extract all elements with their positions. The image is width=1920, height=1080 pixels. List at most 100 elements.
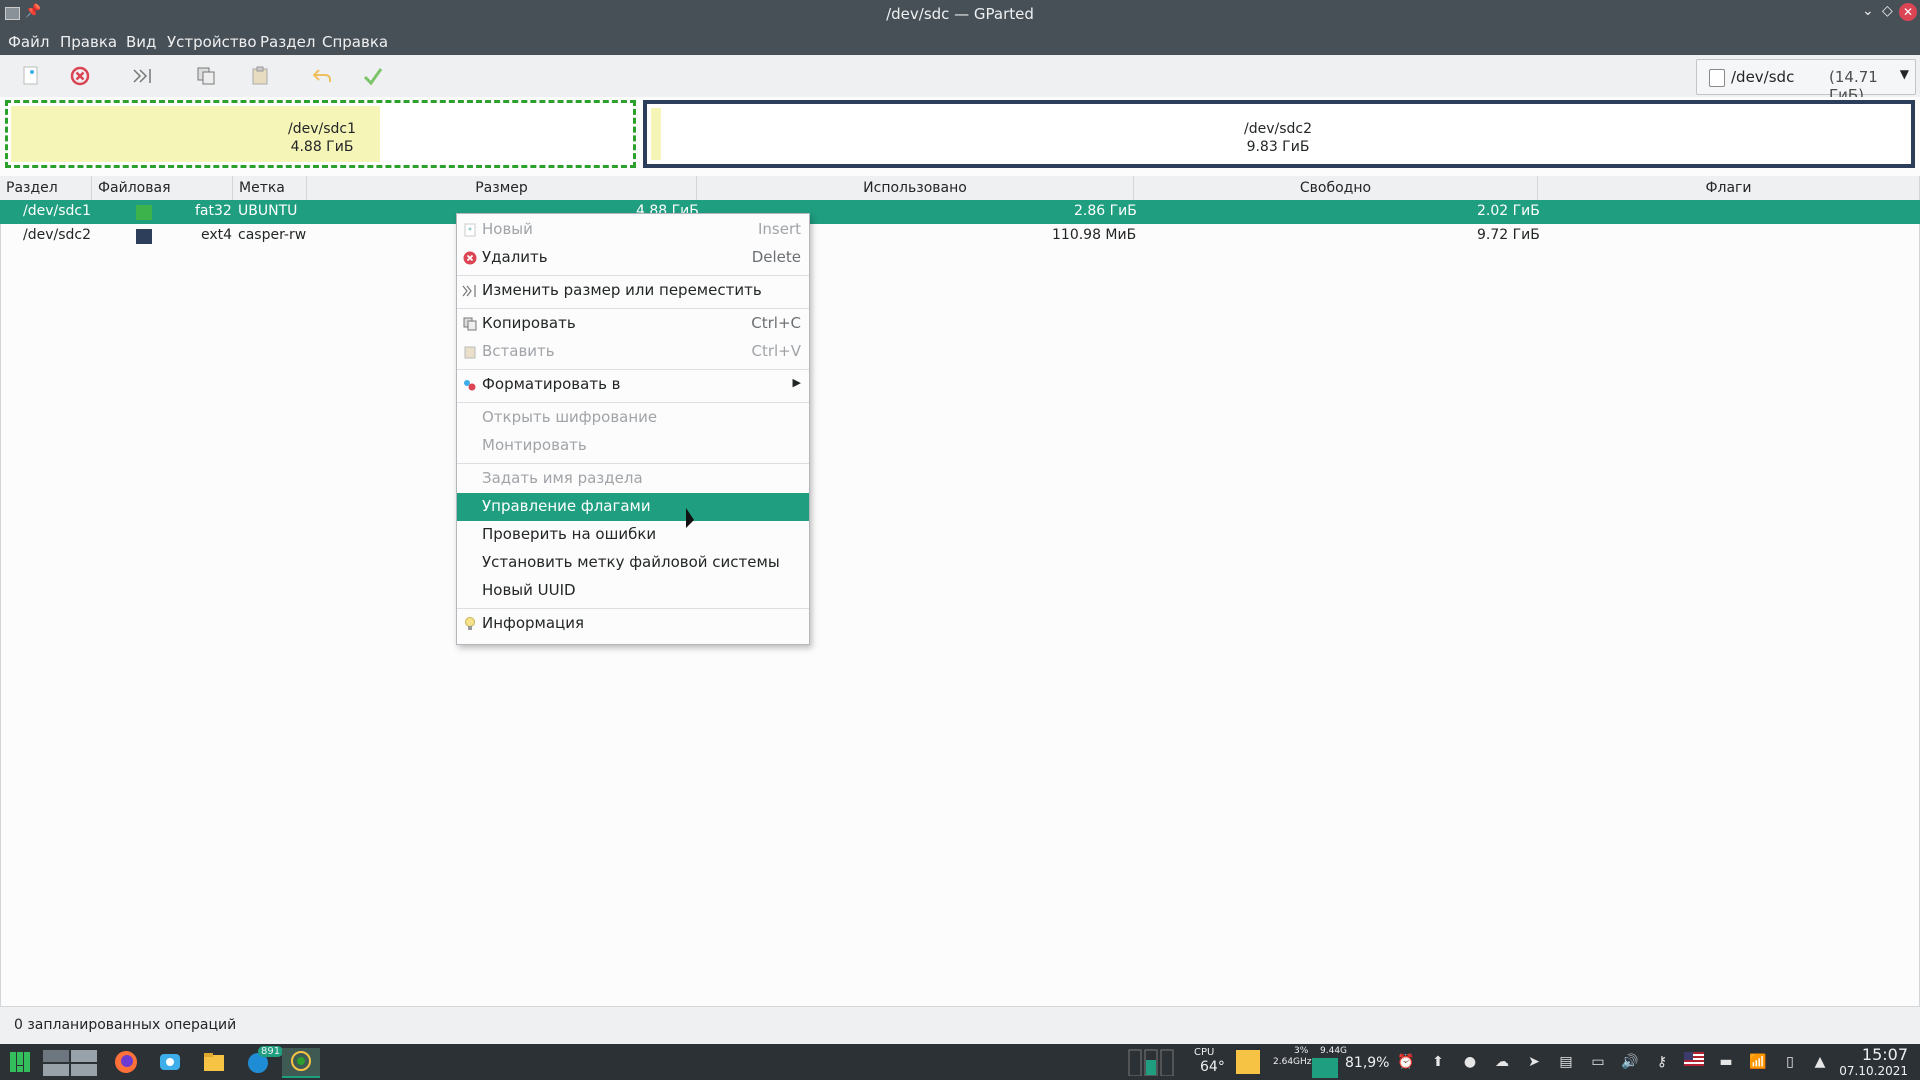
clock[interactable]: 15:07 07.10.2021 (1839, 1046, 1908, 1080)
cell-label: casper-rw (238, 227, 307, 243)
partition-size: 9.83 ГиБ (1246, 139, 1310, 155)
col-free[interactable]: Свободно (1134, 176, 1538, 200)
menu-item-paste[interactable]: Вставить Ctrl+V (457, 338, 809, 366)
new-icon (462, 222, 478, 238)
sticky-notes-icon[interactable] (1236, 1050, 1260, 1074)
partition-graph: /dev/sdc1 4.88 ГиБ /dev/sdc2 9.83 ГиБ (0, 97, 1920, 175)
messenger-icon[interactable] (156, 1048, 184, 1076)
taskbar: 891 CPU 64° 3% 2.64GHz 9.44G 81,9% ⏰ ⬆ ●… (0, 1044, 1920, 1080)
wifi-icon[interactable]: 📶 (1748, 1052, 1768, 1072)
cell-filesystem: ext4 (201, 227, 233, 243)
paste-button[interactable] (245, 61, 275, 91)
col-flags[interactable]: Флаги (1538, 176, 1920, 200)
menu-item-delete[interactable]: Удалить Delete (457, 244, 809, 272)
window-title: /dev/sdc — GParted (886, 5, 1034, 23)
cell-used: 2.86 ГиБ (1074, 203, 1137, 219)
partition-name: /dev/sdc2 (1244, 121, 1313, 137)
close-icon[interactable]: ✕ (1899, 3, 1917, 21)
cell-partition: /dev/sdc2 (23, 227, 92, 243)
menu-item-copy[interactable]: Копировать Ctrl+C (457, 310, 809, 338)
keyboard-layout-flag-icon[interactable] (1684, 1052, 1704, 1072)
cell-used: 110.98 МиБ (1052, 227, 1137, 243)
cloud-icon[interactable]: ☁ (1492, 1052, 1512, 1072)
firefox-icon[interactable] (112, 1048, 140, 1076)
notification-icon[interactable]: ⏰ (1396, 1052, 1416, 1072)
menu-item-set-label[interactable]: Установить метку файловой системы (457, 549, 809, 577)
tray-expand-icon[interactable]: ▲ (1810, 1052, 1830, 1072)
table-row[interactable]: /dev/sdc1 fat32 UBUNTU 4.88 ГиБ 2.86 ГиБ… (0, 200, 1920, 224)
files-icon[interactable] (200, 1048, 228, 1076)
table-header: Раздел Файловая система Метка Размер Исп… (0, 176, 1920, 220)
clock-time: 15:07 (1861, 1045, 1908, 1064)
update-icon[interactable]: ⬆ (1428, 1052, 1448, 1072)
apply-button[interactable] (358, 61, 388, 91)
col-partition[interactable]: Раздел (0, 176, 92, 200)
telegram-icon[interactable]: ➤ (1524, 1052, 1544, 1072)
menu-item-mount[interactable]: Монтировать (457, 432, 809, 460)
pending-operations: 0 запланированных операций (14, 1017, 237, 1033)
menu-item-manage-flags[interactable]: Управление флагами (457, 493, 809, 521)
undo-button[interactable] (307, 61, 337, 91)
clipboard-icon[interactable]: ▤ (1556, 1052, 1576, 1072)
partition-block-sdc1[interactable]: /dev/sdc1 4.88 ГиБ (5, 100, 636, 168)
copy-button[interactable] (191, 61, 221, 91)
resize-move-button[interactable] (128, 61, 158, 91)
menu-item-new-uuid[interactable]: Новый UUID (457, 577, 809, 605)
cell-partition: /dev/sdc1 (23, 203, 92, 219)
app-launcher-icon[interactable] (8, 1048, 32, 1076)
cell-filesystem: fat32 (195, 203, 232, 219)
fs-color-swatch (136, 205, 152, 220)
gparted-task[interactable] (282, 1048, 320, 1078)
free-space-sdc1 (380, 106, 630, 162)
col-label[interactable]: Метка (233, 176, 307, 200)
delete-button[interactable] (65, 61, 95, 91)
minimize-icon[interactable]: ⌄ (1862, 3, 1874, 19)
battery-monitor-icon[interactable] (1128, 1048, 1178, 1077)
delete-icon (462, 250, 478, 266)
volume-icon[interactable]: 🔊 (1620, 1052, 1640, 1072)
maximize-icon[interactable]: ◇ (1882, 3, 1893, 19)
table-row[interactable]: /dev/sdc2 ext4 casper-rw 110.98 МиБ 9.72… (0, 224, 1920, 248)
thunderbird-icon[interactable]: 891 (244, 1046, 284, 1076)
menu-view[interactable]: Вид (126, 33, 156, 51)
device-selector[interactable]: /dev/sdc (14.71 ГиБ) ▼ (1696, 59, 1916, 104)
kde-connect-icon[interactable]: ● (1460, 1052, 1480, 1072)
menu-file[interactable]: Файл (8, 33, 49, 51)
notification-badge: 891 (258, 1046, 284, 1057)
new-partition-button[interactable] (16, 61, 46, 91)
menu-item-format[interactable]: Форматировать в ▶ (457, 371, 809, 399)
chevron-down-icon: ▼ (1899, 67, 1909, 81)
menu-item-info[interactable]: Информация (457, 610, 809, 638)
menu-item-resize[interactable]: Изменить размер или переместить (457, 277, 809, 305)
title-bar: 📌 /dev/sdc — GParted ⌄ ◇ ✕ (0, 0, 1920, 28)
partition-block-sdc2[interactable]: /dev/sdc2 9.83 ГиБ (643, 100, 1915, 168)
menu-item-new[interactable]: Новый Insert (457, 216, 809, 244)
menu-item-open-encryption[interactable]: Открыть шифрование (457, 404, 809, 432)
menu-bar: Файл Правка Вид Устройство Раздел Справк… (0, 28, 1920, 55)
pager-icon[interactable] (42, 1048, 98, 1076)
cpu-label: CPU (1194, 1047, 1215, 1058)
toolbar: /dev/sdc (14.71 ГиБ) ▼ (0, 55, 1920, 104)
partition-size: 4.88 ГиБ (290, 139, 354, 155)
context-menu: Новый Insert Удалить Delete Изменить раз… (456, 213, 810, 645)
screen-icon[interactable]: ▬ (1716, 1052, 1736, 1072)
used-space-sdc2 (651, 108, 661, 160)
clock-date: 07.10.2021 (1839, 1064, 1908, 1078)
device-icon[interactable]: ▯ (1780, 1052, 1800, 1072)
menu-help[interactable]: Справка (322, 33, 388, 51)
cpu-frequency: 2.64GHz (1273, 1057, 1312, 1067)
battery-icon[interactable]: ▭ (1588, 1052, 1608, 1072)
menu-partition[interactable]: Раздел (260, 33, 315, 51)
col-filesystem[interactable]: Файловая система (92, 176, 233, 220)
col-used[interactable]: Использовано (697, 176, 1134, 200)
menu-device[interactable]: Устройство (167, 33, 257, 51)
lightbulb-icon (462, 616, 478, 632)
cell-label: UBUNTU (238, 203, 298, 219)
drive-icon (1709, 69, 1725, 87)
menu-item-check[interactable]: Проверить на ошибки (457, 521, 809, 549)
menu-item-set-name[interactable]: Задать имя раздела (457, 465, 809, 493)
usb-icon[interactable]: ⚷ (1652, 1052, 1672, 1072)
col-size[interactable]: Размер (307, 176, 697, 200)
menu-edit[interactable]: Правка (60, 33, 117, 51)
chevron-right-icon: ▶ (792, 376, 801, 389)
